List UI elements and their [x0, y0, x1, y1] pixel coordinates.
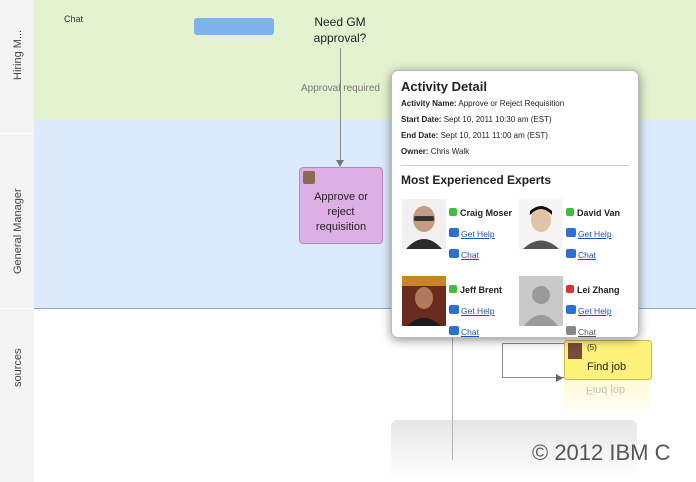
status-online-icon — [566, 207, 574, 216]
popup-title: Activity Detail — [401, 79, 487, 94]
expert-photo-lei[interactable] — [519, 276, 563, 326]
popup-divider — [401, 165, 629, 166]
expert-name-lei: Lei Zhang — [577, 285, 620, 295]
connector-arrow — [336, 160, 344, 167]
lane-title-gm: General Manager — [12, 188, 24, 274]
expert-name-david: David Van — [577, 208, 621, 218]
find-job-reflection-label: Find job — [586, 384, 626, 396]
activity-name-row: Activity Name: Approve or Reject Requisi… — [401, 97, 564, 111]
help-person-icon — [449, 228, 459, 238]
chat-link-david[interactable]: Chat — [578, 250, 596, 260]
lane-label-resources: sources — [0, 309, 35, 482]
activity-detail-popup: Activity Detail Activity Name: Approve o… — [391, 70, 639, 338]
find-job-label: Find job — [587, 361, 627, 373]
help-person-icon — [566, 228, 576, 238]
lane-title-resources: sources — [12, 348, 24, 387]
approval-required-label: Approval required — [301, 83, 380, 94]
owner-row: Owner: Chris Walk — [401, 145, 469, 159]
activity-name-label: Activity Name: — [401, 99, 457, 108]
find-job-avatar — [568, 343, 582, 359]
flow-line-horizontal — [502, 343, 564, 344]
task-find-job[interactable]: (5) Find job — [564, 340, 652, 380]
jeff-portrait-icon — [402, 276, 446, 326]
end-date-label: End Date: — [401, 131, 439, 140]
get-help-link-david[interactable]: Get Help — [578, 229, 612, 239]
craig-portrait-icon — [402, 199, 446, 249]
expert-card-david: David Van Get Help Chat — [566, 203, 620, 263]
get-help-link-jeff[interactable]: Get Help — [461, 306, 495, 316]
end-date-value: Sept 10, 2011 11:00 am (EST) — [440, 131, 548, 140]
experts-title: Most Experienced Experts — [401, 173, 552, 187]
help-person-icon — [449, 305, 459, 315]
end-date-row: End Date: Sept 10, 2011 11:00 am (EST) — [401, 129, 548, 143]
expert-photo-david[interactable] — [519, 199, 563, 249]
decision-line-1: Need GM — [314, 15, 366, 29]
get-help-link-lei[interactable]: Get Help — [578, 306, 612, 316]
status-offline-icon — [566, 284, 574, 293]
chat-link-lei[interactable]: Chat — [578, 327, 596, 337]
copyright-text: © 2012 IBM C — [532, 440, 671, 465]
decision-line-2: approval? — [313, 31, 367, 45]
status-online-icon — [449, 284, 457, 293]
lane-label-hiring: Hiring M... — [0, 0, 35, 133]
help-person-icon — [566, 305, 576, 315]
find-job-reflection: Find job — [564, 380, 650, 418]
lane-label-gm: General Manager — [0, 134, 35, 308]
expert-card-jeff: Jeff Brent Get Help Chat — [449, 280, 502, 340]
decision-label: Need GM approval? — [300, 14, 380, 46]
flow-line-to-find-job — [502, 377, 564, 378]
task-approve-requisition[interactable]: Approve or reject requisition — [299, 167, 383, 244]
start-date-label: Start Date: — [401, 115, 442, 124]
chat-person-icon — [449, 249, 459, 259]
david-portrait-icon — [519, 199, 563, 249]
flow-line-vertical — [502, 343, 503, 377]
task-approve-avatar — [303, 171, 315, 184]
task-approve-label: Approve or reject requisition — [314, 191, 368, 233]
chat-person-icon — [449, 326, 459, 336]
owner-value: Chris Walk — [430, 147, 470, 156]
start-date-row: Start Date: Sept 10, 2011 10:30 am (EST) — [401, 113, 552, 127]
expert-name-craig: Craig Moser — [460, 208, 513, 218]
owner-label: Owner: — [401, 147, 429, 156]
find-job-count: (5) — [587, 343, 597, 352]
chat-person-icon — [566, 326, 576, 336]
get-help-link-craig[interactable]: Get Help — [461, 229, 495, 239]
expert-photo-jeff[interactable] — [402, 276, 446, 326]
expert-photo-craig[interactable] — [402, 199, 446, 249]
lane-title-hiring: Hiring M... — [12, 29, 24, 80]
default-avatar-icon — [519, 276, 563, 326]
status-online-icon — [449, 207, 457, 216]
chat-link-jeff[interactable]: Chat — [461, 327, 479, 337]
connector-line — [340, 48, 341, 166]
chat-link-craig[interactable]: Chat — [461, 250, 479, 260]
activity-name-value: Approve or Reject Requisition — [458, 99, 565, 108]
top-left-fragment-text: Chat — [64, 14, 84, 24]
expert-card-craig: Craig Moser Get Help Chat — [449, 203, 512, 263]
start-date-value: Sept 10, 2011 10:30 am (EST) — [443, 115, 552, 124]
expert-name-jeff: Jeff Brent — [460, 285, 503, 295]
top-blue-task[interactable] — [194, 18, 274, 35]
find-job-arrow — [556, 374, 563, 382]
expert-card-lei: Lei Zhang Get Help Chat — [566, 280, 620, 340]
chat-person-icon — [566, 249, 576, 259]
